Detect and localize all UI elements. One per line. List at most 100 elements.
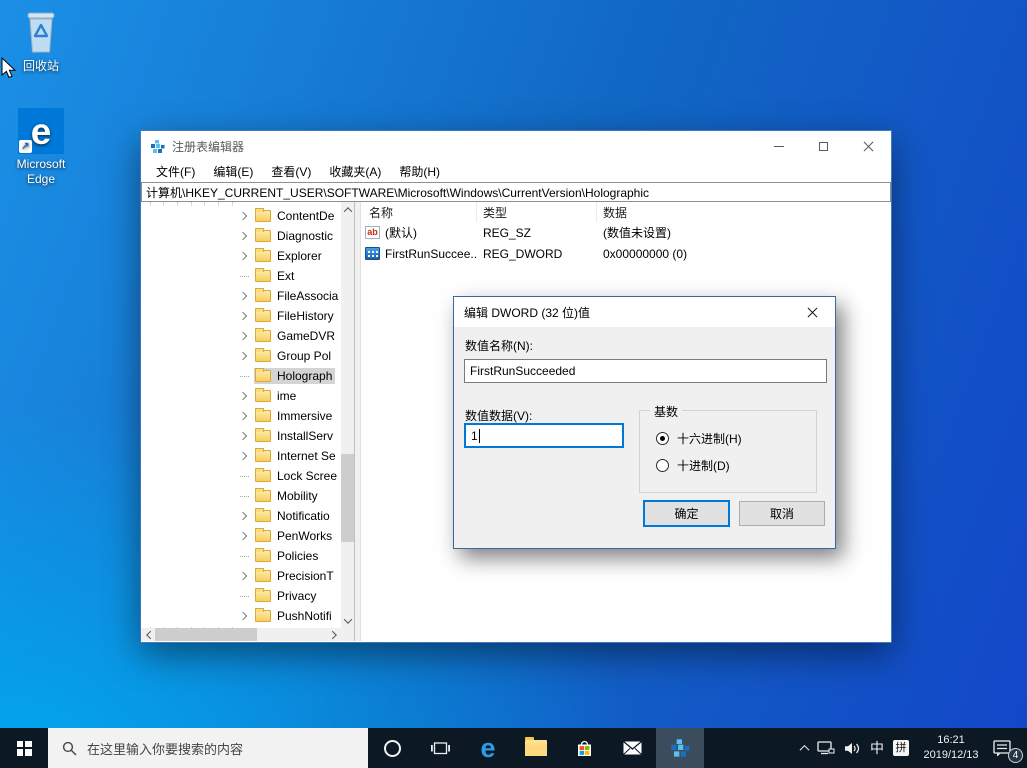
scroll-down-icon[interactable]	[341, 613, 354, 628]
minimize-button[interactable]	[756, 131, 801, 161]
tree-item-label: Lock Scree	[277, 469, 338, 483]
chevron-right-icon[interactable]	[238, 211, 248, 221]
chevron-right-icon[interactable]	[238, 291, 248, 301]
tree-item[interactable]: FileAssocia	[141, 286, 341, 306]
menu-file[interactable]: 文件(F)	[147, 163, 204, 180]
file-explorer-button[interactable]	[512, 728, 560, 768]
start-button[interactable]	[0, 728, 48, 768]
tree-item[interactable]: PushNotifi	[141, 606, 341, 626]
notification-badge: 4	[1008, 748, 1023, 763]
chevron-right-icon[interactable]	[238, 311, 248, 321]
search-placeholder: 在这里输入你要搜索的内容	[87, 741, 244, 757]
radio-hex-circle[interactable]	[656, 432, 669, 445]
chevron-right-icon[interactable]	[238, 411, 248, 421]
tree-item[interactable]: Lock Scree	[141, 466, 341, 486]
volume-icon[interactable]	[844, 742, 861, 755]
dialog-close-button[interactable]	[790, 297, 835, 327]
scrollbar-thumb[interactable]	[155, 628, 257, 641]
menu-help[interactable]: 帮助(H)	[390, 163, 449, 180]
tree-item[interactable]: ime	[141, 386, 341, 406]
ime-mode-icon[interactable]: 拼	[893, 740, 909, 756]
tree-item[interactable]: Immersive	[141, 406, 341, 426]
chevron-right-icon[interactable]	[238, 531, 248, 541]
store-button[interactable]	[560, 728, 608, 768]
column-header-data[interactable]: 数据	[597, 202, 891, 222]
clock[interactable]: 16:21 2019/12/13	[918, 733, 984, 763]
chevron-right-icon[interactable]	[238, 231, 248, 241]
action-center-button[interactable]: 4	[993, 737, 1023, 763]
desktop-icon-edge[interactable]: e ↗ Microsoft Edge	[2, 108, 80, 187]
scroll-up-icon[interactable]	[341, 202, 354, 217]
network-icon[interactable]	[817, 741, 835, 755]
column-header-type[interactable]: 类型	[477, 202, 597, 222]
tree-item[interactable]: Internet Se	[141, 446, 341, 466]
title-bar[interactable]: 注册表编辑器	[141, 131, 891, 161]
ok-button[interactable]: 确定	[643, 500, 730, 527]
ime-language-indicator[interactable]: 中	[870, 738, 884, 758]
menu-view[interactable]: 查看(V)	[262, 163, 320, 180]
tree-leaf-connector	[240, 475, 249, 477]
tree-item[interactable]: Policies	[141, 546, 341, 566]
tree-item-label: PenWorks	[277, 529, 333, 543]
mail-button[interactable]	[608, 728, 656, 768]
tree-item[interactable]: InstallServ	[141, 426, 341, 446]
value-data-field[interactable]: 1	[464, 423, 624, 448]
dialog-title-bar[interactable]: 编辑 DWORD (32 位)值	[454, 297, 835, 327]
tree-item[interactable]: FileHistory	[141, 306, 341, 326]
radio-dec-circle[interactable]	[656, 459, 669, 472]
menu-edit[interactable]: 编辑(E)	[204, 163, 262, 180]
folder-icon	[255, 368, 271, 382]
tree-item[interactable]: Group Pol	[141, 346, 341, 366]
menu-favorites[interactable]: 收藏夹(A)	[320, 163, 390, 180]
taskbar-regedit-button[interactable]	[656, 728, 704, 768]
scrollbar-thumb[interactable]	[341, 454, 354, 542]
tree-item[interactable]: Privacy	[141, 586, 341, 606]
taskbar-search[interactable]: 在这里输入你要搜索的内容	[48, 728, 368, 768]
tree-item[interactable]: Explorer	[141, 246, 341, 266]
registry-value-row[interactable]: FirstRunSuccee... REG_DWORD 0x00000000 (0)	[361, 243, 891, 264]
task-view-button[interactable]	[416, 728, 464, 768]
tray-time: 16:21	[937, 734, 965, 747]
chevron-right-icon[interactable]	[238, 571, 248, 581]
scroll-left-icon[interactable]	[141, 628, 156, 641]
chevron-right-icon[interactable]	[238, 451, 248, 461]
radio-decimal[interactable]: 十进制(D)	[656, 457, 730, 474]
column-header-name[interactable]: 名称	[361, 202, 477, 222]
tree-item[interactable]: Notificatio	[141, 506, 341, 526]
cortana-button[interactable]	[368, 728, 416, 768]
tree-item[interactable]: Mobility	[141, 486, 341, 506]
tree-item[interactable]: Diagnostic	[141, 226, 341, 246]
tree-item[interactable]: PenWorks	[141, 526, 341, 546]
address-bar[interactable]: 计算机\HKEY_CURRENT_USER\SOFTWARE\Microsoft…	[141, 182, 891, 202]
chevron-right-icon[interactable]	[238, 331, 248, 341]
tree-horizontal-scrollbar[interactable]	[141, 628, 341, 641]
tray-overflow-icon[interactable]	[799, 744, 810, 755]
tree-leaf-connector	[240, 555, 249, 557]
cancel-button[interactable]: 取消	[739, 501, 825, 526]
maximize-button[interactable]	[801, 131, 846, 161]
tree-item[interactable]: GameDVR	[141, 326, 341, 346]
regedit-icon	[671, 739, 690, 757]
tree-vertical-scrollbar[interactable]	[341, 202, 354, 628]
scroll-right-icon[interactable]	[326, 628, 341, 641]
cortana-icon	[383, 739, 401, 757]
tree-item[interactable]: PrecisionT	[141, 566, 341, 586]
file-explorer-icon	[525, 737, 547, 756]
chevron-right-icon[interactable]	[238, 391, 248, 401]
close-button[interactable]	[846, 131, 891, 161]
chevron-right-icon[interactable]	[238, 511, 248, 521]
chevron-right-icon[interactable]	[238, 431, 248, 441]
tree-item[interactable]: Ext	[141, 266, 341, 286]
chevron-right-icon[interactable]	[238, 351, 248, 361]
chevron-right-icon[interactable]	[238, 251, 248, 261]
folder-icon	[255, 528, 271, 542]
tree-item[interactable]: Holograph	[141, 366, 341, 386]
tree-item[interactable]: ContentDe	[141, 206, 341, 226]
value-name-field[interactable]: FirstRunSucceeded	[464, 359, 827, 383]
value-type: REG_SZ	[483, 225, 532, 240]
registry-value-row[interactable]: ab (默认) REG_SZ (数值未设置)	[361, 222, 891, 243]
chevron-right-icon[interactable]	[238, 611, 248, 621]
radio-hexadecimal[interactable]: 十六进制(H)	[656, 430, 742, 447]
taskbar-edge-button[interactable]: e	[464, 728, 512, 768]
folder-icon	[255, 328, 271, 342]
